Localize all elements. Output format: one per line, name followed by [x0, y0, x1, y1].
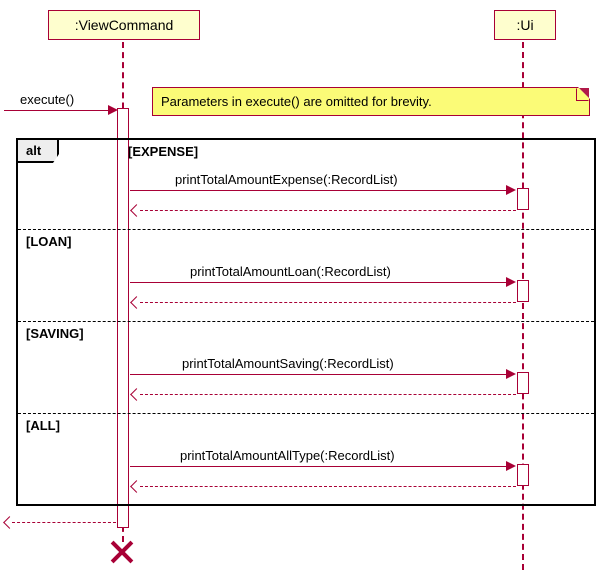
guard-expense: [EXPENSE] — [128, 144, 198, 159]
guard-loan: [LOAN] — [26, 234, 72, 249]
return-loan-line — [140, 302, 516, 303]
participant-ui-label: :Ui — [516, 17, 533, 33]
msg-saving-arrow — [506, 369, 516, 379]
note-text: Parameters in execute() are omitted for … — [161, 94, 432, 109]
msg-all-arrow — [506, 461, 516, 471]
return-all-line — [140, 486, 516, 487]
guard-all: [ALL] — [26, 418, 60, 433]
return-caller-arrow — [3, 516, 16, 529]
msg-expense-arrow — [506, 185, 516, 195]
alt-divider-2 — [18, 321, 594, 322]
alt-label: alt — [26, 143, 41, 158]
execute-label: execute() — [20, 92, 74, 107]
activation-ui-4 — [517, 464, 529, 486]
msg-all-line — [130, 466, 508, 467]
msg-all-label: printTotalAmountAllType(:RecordList) — [180, 448, 395, 463]
alt-divider-3 — [18, 413, 594, 414]
msg-loan-arrow — [506, 277, 516, 287]
alt-tab: alt — [18, 140, 59, 163]
return-expense-line — [140, 210, 516, 211]
activation-ui-3 — [517, 372, 529, 394]
execute-line — [4, 110, 110, 111]
participant-viewcommand-label: :ViewCommand — [75, 17, 174, 33]
destroy-icon — [110, 540, 134, 564]
note-box: Parameters in execute() are omitted for … — [152, 87, 590, 116]
return-caller-line — [12, 522, 116, 523]
guard-saving: [SAVING] — [26, 326, 84, 341]
msg-expense-line — [130, 190, 508, 191]
msg-loan-label: printTotalAmountLoan(:RecordList) — [190, 264, 391, 279]
participant-ui: :Ui — [494, 10, 556, 40]
return-saving-line — [140, 394, 516, 395]
alt-divider-1 — [18, 229, 594, 230]
participant-viewcommand: :ViewCommand — [48, 10, 200, 40]
msg-loan-line — [130, 282, 508, 283]
msg-expense-label: printTotalAmountExpense(:RecordList) — [175, 172, 398, 187]
activation-ui-2 — [517, 280, 529, 302]
msg-saving-label: printTotalAmountSaving(:RecordList) — [182, 356, 394, 371]
activation-ui-1 — [517, 188, 529, 210]
msg-saving-line — [130, 374, 508, 375]
